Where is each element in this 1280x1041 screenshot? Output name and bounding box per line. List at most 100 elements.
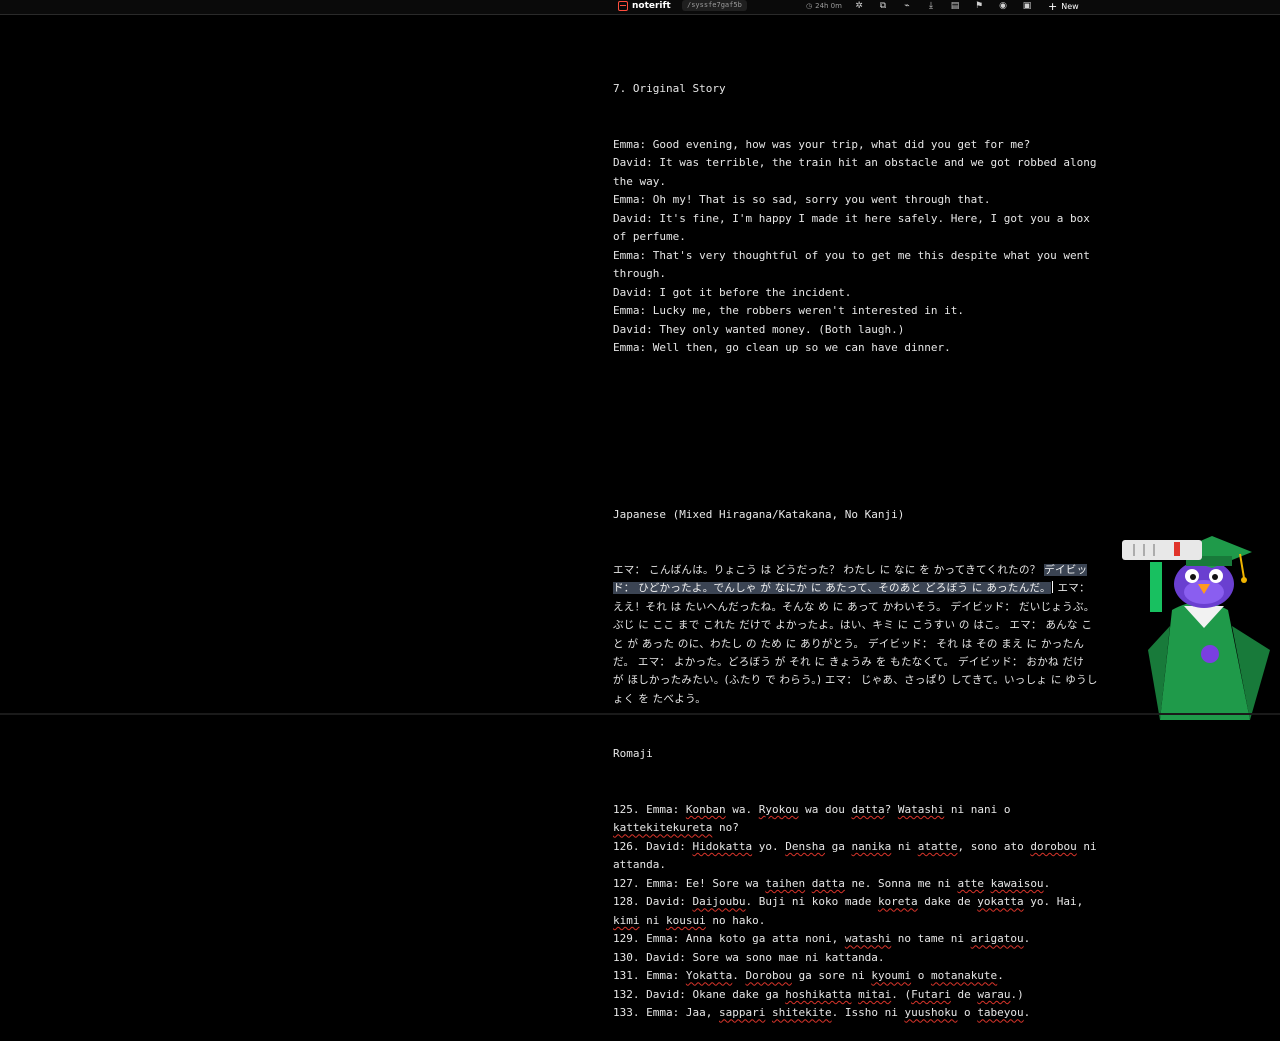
misspelled-word: Futari bbox=[911, 987, 951, 1001]
speaker-label: Emma: bbox=[646, 876, 680, 890]
flag-icon[interactable]: ⚑ bbox=[974, 1, 984, 11]
misspelled-word: datta bbox=[811, 876, 845, 890]
misspelled-word: Yokatta bbox=[685, 969, 733, 983]
text-run: . ( bbox=[891, 987, 912, 1001]
speaker-label: Emma: bbox=[646, 932, 680, 946]
text-run: no? bbox=[712, 821, 739, 835]
line-number: 133. bbox=[613, 1006, 640, 1020]
download-icon[interactable]: ⤓ bbox=[926, 1, 936, 11]
romaji-line: 129. Emma: Anna koto ga atta noni, watas… bbox=[613, 930, 1098, 949]
text-run: Ee! Sore wa bbox=[685, 876, 766, 890]
misspelled-word: atatte bbox=[917, 839, 958, 853]
text-run: yo. bbox=[752, 839, 786, 853]
romaji-heading: Romaji bbox=[613, 747, 653, 761]
misspelled-word: sappari bbox=[719, 1006, 766, 1020]
speaker-label: Emma: bbox=[646, 1006, 680, 1020]
line-number: 128. bbox=[613, 895, 640, 909]
story-line: David: It's fine, I'm happy I made it he… bbox=[613, 211, 1097, 244]
text-run: ni nani o bbox=[944, 802, 1018, 816]
story-heading: 7. Original Story bbox=[613, 82, 726, 95]
text-run: no tame ni bbox=[891, 932, 971, 946]
japanese-text-before: エマ： こんばんは。りょこう は どうだった？ わたし に なに を かってきて… bbox=[613, 564, 1045, 576]
new-button-label: New bbox=[1061, 1, 1079, 11]
story-line: David: It was terrible, the train hit an… bbox=[613, 156, 1104, 188]
app-name: noterift bbox=[632, 1, 671, 11]
misspelled-word: watashi bbox=[844, 932, 892, 946]
bottom-divider bbox=[0, 713, 1280, 715]
app-brand[interactable]: noterift bbox=[618, 0, 671, 12]
story-line: Emma: That's very thoughtful of you to g… bbox=[613, 248, 1097, 281]
text-run: . bbox=[1023, 932, 1031, 946]
text-run: ni bbox=[891, 839, 918, 853]
misspelled-word: tabeyou bbox=[977, 1006, 1024, 1020]
text-run: dake de bbox=[917, 895, 978, 909]
misspelled-word: yokatta bbox=[977, 895, 1024, 909]
misspelled-word: Konban bbox=[685, 802, 726, 816]
copy-icon[interactable]: ⧉ bbox=[878, 1, 888, 11]
line-number: 127. bbox=[613, 876, 640, 890]
misspelled-word: kawaisou bbox=[990, 876, 1044, 890]
text-run: Sore wa sono mae ni kattanda. bbox=[692, 950, 885, 964]
eye-icon[interactable]: ◉ bbox=[998, 1, 1008, 11]
speaker-label: Emma: bbox=[646, 969, 680, 983]
text-run: Jaa, bbox=[685, 1006, 719, 1020]
text-run: ga bbox=[824, 839, 852, 853]
text-run: Okane dake ga bbox=[692, 987, 786, 1001]
story-line: Emma: Oh my! That is so sad, sorry you w… bbox=[613, 193, 991, 206]
romaji-line: 133. Emma: Jaa, sappari shitekite. Issho… bbox=[613, 1004, 1098, 1023]
text-run: , sono ato bbox=[957, 839, 1031, 853]
speaker-label: Emma: bbox=[646, 802, 680, 816]
speaker-label: David: bbox=[646, 987, 686, 1001]
new-note-button[interactable]: + New bbox=[1048, 0, 1079, 12]
text-run bbox=[851, 988, 858, 1001]
japanese-text-after: エマ： ええ！それ は たいへんだったね。そんな め に あって かわいそう。 … bbox=[613, 582, 1098, 705]
text-run: no hako. bbox=[705, 913, 766, 927]
text-run: . Buji ni koko made bbox=[745, 895, 878, 909]
text-run: de bbox=[950, 987, 978, 1001]
misspelled-word: warau bbox=[977, 987, 1011, 1001]
romaji-line: 130. David: Sore wa sono mae ni kattanda… bbox=[613, 949, 1098, 968]
misspelled-word: arigatou bbox=[970, 932, 1024, 946]
text-run: . Issho ni bbox=[831, 1006, 905, 1020]
misspelled-word: Ryokou bbox=[758, 802, 799, 816]
japanese-paragraph[interactable]: エマ： こんばんは。りょこう は どうだった？ わたし に なに を かってきて… bbox=[613, 561, 1098, 708]
text-run: yo. Hai, bbox=[1023, 895, 1090, 909]
timer: ◷ 24h 0m bbox=[806, 0, 842, 12]
line-number: 130. bbox=[613, 950, 640, 964]
text-run: ? bbox=[884, 802, 898, 816]
clock-icon: ◷ bbox=[806, 2, 813, 10]
timer-value: 24h 0m bbox=[815, 2, 842, 10]
note-path-chip[interactable]: /syssfe7gaf5b bbox=[682, 0, 747, 11]
story-line: Emma: Well then, go clean up so we can h… bbox=[613, 341, 951, 354]
graduation-bird-mascot bbox=[1122, 536, 1270, 720]
pencil-icon bbox=[618, 1, 628, 11]
lock-icon[interactable]: ▣ bbox=[1022, 1, 1032, 11]
settings-icon[interactable]: ✲ bbox=[854, 1, 864, 11]
misspelled-word: Dorobou bbox=[745, 969, 792, 983]
line-number: 129. bbox=[613, 932, 640, 946]
text-run: . bbox=[1043, 876, 1051, 890]
note-editor[interactable]: 7. Original Story Emma: Good evening, ho… bbox=[613, 43, 1098, 1041]
misspelled-word: yuushoku bbox=[904, 1006, 958, 1020]
romaji-line: 132. David: Okane dake ga hoshikatta mit… bbox=[613, 986, 1098, 1005]
misspelled-word: atte bbox=[957, 876, 984, 890]
line-number: 131. bbox=[613, 969, 640, 983]
line-number: 126. bbox=[613, 839, 640, 853]
misspelled-word: kousui bbox=[666, 913, 706, 927]
speaker-label: David: bbox=[646, 950, 686, 964]
japanese-heading: Japanese (Mixed Hiragana/Katakana, No Ka… bbox=[613, 507, 905, 521]
text-run bbox=[765, 1006, 772, 1019]
romaji-line: 125. Emma: Konban wa. Ryokou wa dou datt… bbox=[613, 801, 1098, 838]
link-icon[interactable]: ⌁ bbox=[902, 1, 912, 11]
misspelled-word: kimi bbox=[613, 913, 640, 927]
romaji-line: 128. David: Daijoubu. Buji ni koko made … bbox=[613, 893, 1098, 930]
misspelled-word: Daijoubu bbox=[692, 895, 746, 909]
misspelled-word: kattekitekureta bbox=[613, 821, 713, 835]
plus-icon: + bbox=[1048, 0, 1058, 13]
columns-icon[interactable]: ▤ bbox=[950, 1, 960, 11]
speaker-label: David: bbox=[646, 839, 686, 853]
misspelled-word: hoshikatta bbox=[785, 987, 852, 1001]
text-run: . bbox=[997, 969, 1004, 983]
misspelled-word: kyoumi bbox=[871, 969, 912, 983]
